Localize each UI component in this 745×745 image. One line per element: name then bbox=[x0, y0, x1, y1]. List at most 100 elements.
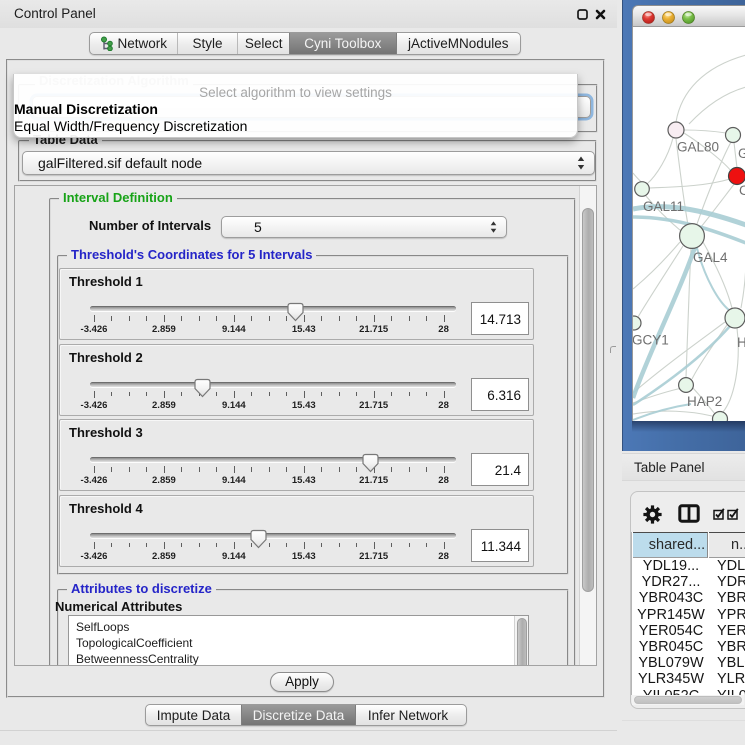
table-data-combobox-value: galFiltered.sif default node bbox=[38, 155, 202, 171]
panel-splitter-grip[interactable] bbox=[610, 346, 616, 353]
cell-shared-name[interactable]: YLR345W bbox=[634, 671, 708, 687]
network-window-titlebar[interactable] bbox=[632, 5, 745, 27]
table-row[interactable]: YBR045C YBR0 bbox=[632, 639, 745, 655]
slider-tick-mark bbox=[129, 543, 130, 548]
cell-name[interactable]: YBR0 bbox=[717, 590, 745, 606]
table-horizontal-scrollbar[interactable] bbox=[632, 695, 744, 705]
table-data-combobox[interactable]: galFiltered.sif default node bbox=[22, 151, 595, 175]
slider-tick-mark bbox=[321, 543, 322, 548]
cell-name[interactable]: YBR0 bbox=[717, 639, 745, 655]
slider-tick-mark bbox=[286, 392, 287, 397]
tab-discretize-data[interactable]: Discretize Data bbox=[241, 705, 355, 725]
node-label-gal4: GAL4 bbox=[693, 250, 728, 265]
slider-tick-mark bbox=[111, 316, 112, 321]
table-row[interactable]: YIL052C YIL0 bbox=[632, 688, 745, 696]
table-rows: YDL19...YDL1YDR27...YDR2YBR043CYBR0YPR14… bbox=[632, 558, 745, 695]
algorithm-option-manual[interactable]: Manual Discretization bbox=[14, 101, 158, 117]
slider-tick-mark bbox=[216, 392, 217, 397]
node-gal11 bbox=[635, 182, 650, 197]
cell-name[interactable]: YIL0 bbox=[717, 688, 745, 696]
checkbox-icon-1[interactable] bbox=[713, 508, 725, 520]
cell-name[interactable]: YLR3 bbox=[717, 671, 745, 687]
tab-network[interactable]: Network bbox=[90, 33, 177, 54]
minimize-traffic-light-icon[interactable] bbox=[662, 11, 675, 24]
cell-shared-name[interactable]: YIL052C bbox=[634, 688, 708, 696]
cell-name[interactable]: YPR1 bbox=[717, 607, 745, 623]
column-header-name[interactable]: n... bbox=[709, 532, 745, 558]
cell-shared-name[interactable]: YDR27... bbox=[634, 574, 708, 590]
threshold-2-slider-track[interactable] bbox=[90, 382, 456, 387]
network-view-canvas[interactable]: GAL80 GAL11 GAL4 GCY1 HAP2 GA C H bbox=[632, 27, 745, 421]
threshold-3-value-field[interactable]: 21.4 bbox=[471, 453, 529, 486]
cell-shared-name[interactable]: YDL19... bbox=[634, 558, 708, 574]
threshold-2-value-field[interactable]: 6.316 bbox=[471, 378, 529, 411]
cell-shared-name[interactable]: YBL079W bbox=[634, 655, 708, 671]
close-window-icon[interactable] bbox=[595, 9, 606, 20]
tab-cyni-toolbox[interactable]: Cyni Toolbox bbox=[289, 33, 396, 54]
attribute-list-item[interactable]: TopologicalCoefficient bbox=[69, 635, 528, 651]
cell-shared-name[interactable]: YER054C bbox=[634, 623, 708, 639]
cell-name[interactable]: YDR2 bbox=[717, 574, 745, 590]
zoom-traffic-light-icon[interactable] bbox=[682, 11, 695, 24]
gear-icon[interactable] bbox=[643, 505, 662, 524]
table-row[interactable]: YDR27... YDR2 bbox=[632, 574, 745, 590]
slider-tick-label: 2.859 bbox=[152, 400, 176, 411]
cell-name[interactable]: YBL0 bbox=[717, 655, 745, 671]
apply-button[interactable]: Apply bbox=[270, 672, 334, 692]
threshold-1-slider-thumb[interactable] bbox=[287, 302, 304, 322]
number-of-intervals-label: Number of Intervals bbox=[89, 218, 211, 233]
tab-jactivemnodules[interactable]: jActiveMNodules bbox=[396, 33, 520, 54]
tab-style[interactable]: Style bbox=[177, 33, 238, 54]
tab-infer-network[interactable]: Infer Network bbox=[355, 705, 460, 725]
threshold-1-slider-track[interactable] bbox=[90, 306, 456, 311]
threshold-4-slider-track[interactable] bbox=[90, 533, 456, 538]
slider-tick-mark bbox=[164, 391, 165, 398]
slider-tick-mark bbox=[94, 391, 95, 398]
split-panel-icon[interactable] bbox=[678, 504, 700, 524]
cell-shared-name[interactable]: YBR045C bbox=[634, 639, 708, 655]
table-row[interactable]: YPR145W YPR1 bbox=[632, 607, 745, 623]
tab-select[interactable]: Select bbox=[237, 33, 289, 54]
table-hscrollbar-thumb[interactable] bbox=[634, 696, 742, 704]
slider-tick-mark bbox=[199, 543, 200, 548]
cell-shared-name[interactable]: YPR145W bbox=[634, 607, 708, 623]
table-row[interactable]: YBL079W YBL0 bbox=[632, 655, 745, 671]
tab-impute-data[interactable]: Impute Data bbox=[146, 705, 241, 725]
slider-tick-mark bbox=[444, 466, 445, 473]
node-attribute-table[interactable]: shared... n... YDL19...YDL1YDR27...YDR2Y… bbox=[631, 532, 745, 695]
algorithm-option-equal-width[interactable]: Equal Width/Frequency Discretization bbox=[14, 118, 247, 134]
checkbox-icon-2[interactable] bbox=[727, 508, 739, 520]
threshold-3-slider-track[interactable] bbox=[90, 457, 456, 462]
table-row[interactable]: YLR345W YLR3 bbox=[632, 671, 745, 687]
slider-tick-mark bbox=[339, 316, 340, 321]
attribute-list-item[interactable]: BetweennessCentrality bbox=[69, 651, 528, 666]
threshold-3-slider-thumb[interactable] bbox=[362, 453, 379, 473]
attribute-list-item[interactable]: SelfLoops bbox=[69, 616, 528, 635]
slider-tick-mark bbox=[391, 392, 392, 397]
slider-tick-label: 9.144 bbox=[222, 475, 246, 486]
cell-shared-name[interactable]: YBR043C bbox=[634, 590, 708, 606]
threshold-2-panel: Threshold 2-3.4262.8599.14415.4321.71528… bbox=[59, 344, 534, 416]
threshold-4-value-field[interactable]: 11.344 bbox=[471, 529, 529, 562]
threshold-1-value-field[interactable]: 14.713 bbox=[471, 302, 529, 335]
slider-tick-label: 9.144 bbox=[222, 551, 246, 562]
float-window-icon[interactable] bbox=[577, 9, 588, 20]
threshold-4-slider-thumb[interactable] bbox=[250, 529, 267, 549]
settings-vertical-scrollbar[interactable] bbox=[579, 186, 596, 665]
slider-tick-mark bbox=[216, 467, 217, 472]
table-row[interactable]: YBR043C YBR0 bbox=[632, 590, 745, 606]
table-row[interactable]: YER054C YER0 bbox=[632, 623, 745, 639]
settings-scrollbar-thumb[interactable] bbox=[582, 208, 594, 592]
numerical-attributes-list[interactable]: SelfLoopsTopologicalCoefficientBetweenne… bbox=[68, 615, 529, 666]
column-header-shared-name[interactable]: shared... bbox=[633, 532, 708, 558]
attributes-list-scrollbar[interactable] bbox=[514, 616, 528, 666]
close-traffic-light-icon[interactable] bbox=[642, 11, 655, 24]
cell-name[interactable]: YDL1 bbox=[717, 558, 745, 574]
threshold-2-slider-thumb[interactable] bbox=[194, 378, 211, 398]
number-of-intervals-combobox[interactable]: 5 bbox=[221, 216, 507, 238]
slider-tick-marks bbox=[94, 315, 444, 323]
table-row[interactable]: YDL19... YDL1 bbox=[632, 558, 745, 574]
slider-tick-labels: -3.4262.8599.14415.4321.71528 bbox=[94, 400, 444, 412]
attributes-scrollbar-thumb[interactable] bbox=[517, 618, 527, 666]
cell-name[interactable]: YER0 bbox=[717, 623, 745, 639]
